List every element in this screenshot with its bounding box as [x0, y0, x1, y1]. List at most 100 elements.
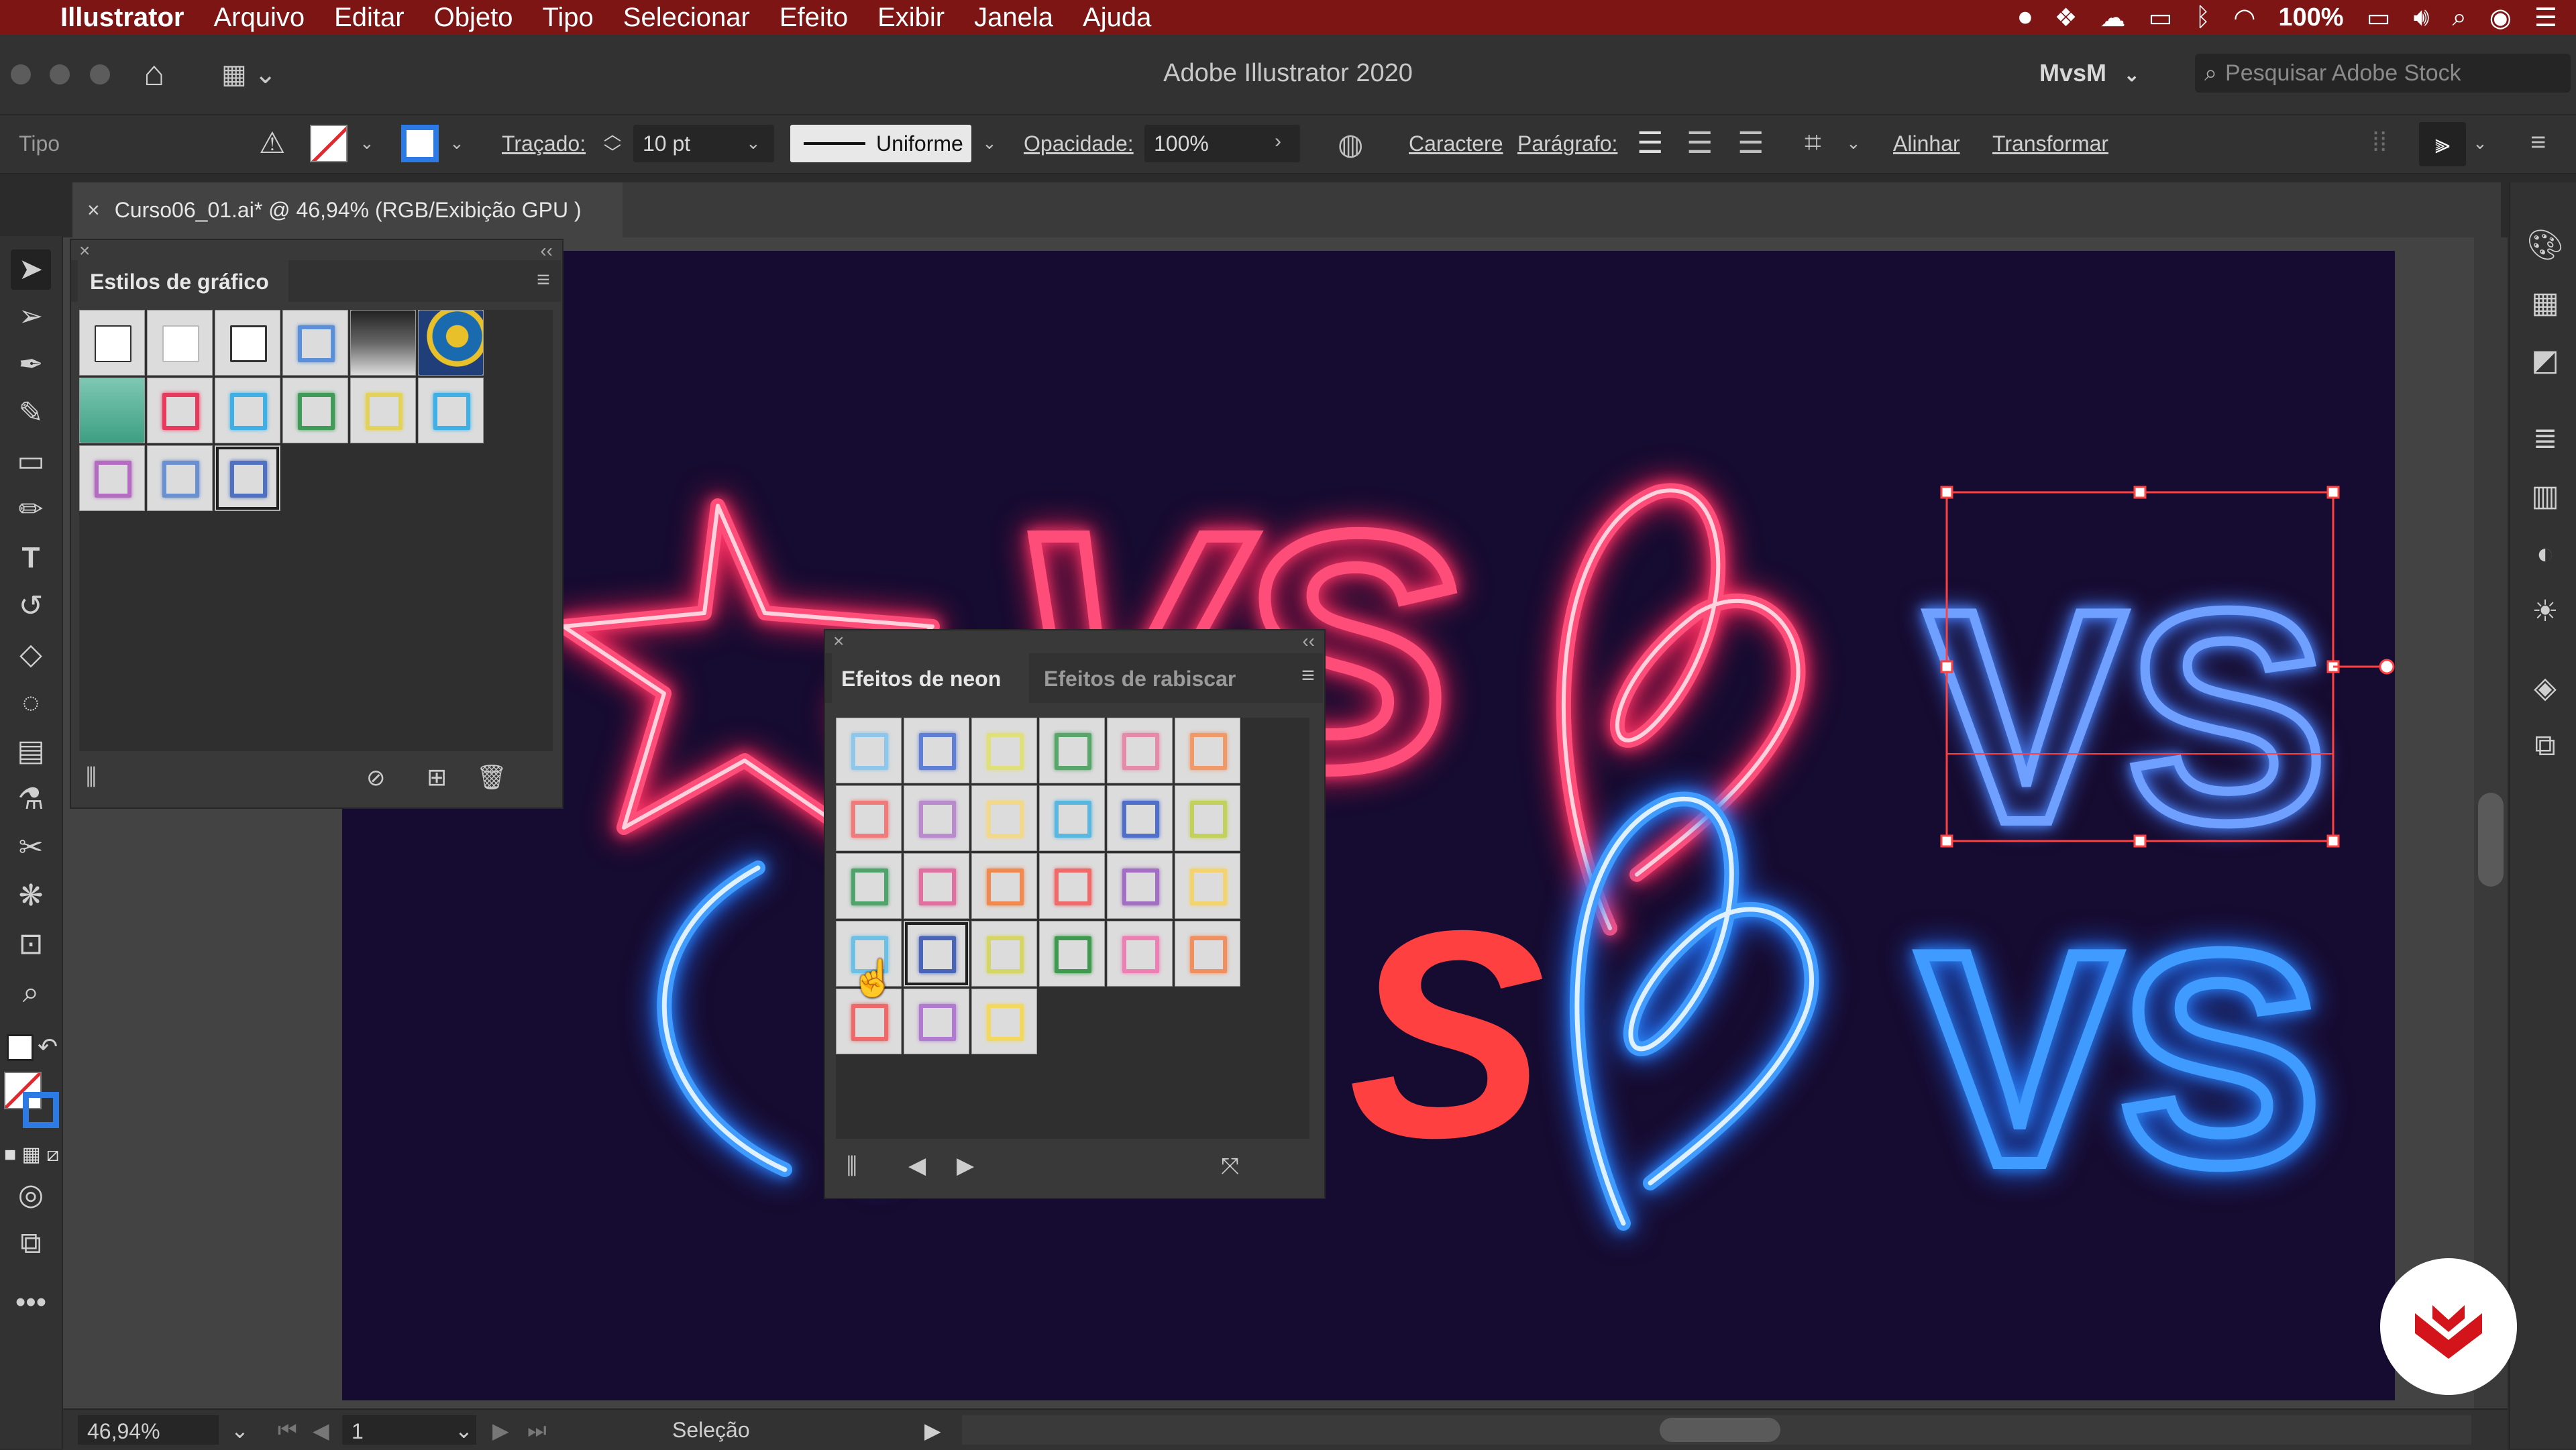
menu-exibir[interactable]: Exibir	[877, 3, 945, 33]
siri-icon[interactable]: ◉	[2489, 3, 2512, 33]
transparency-panel-icon[interactable]: ◐	[2525, 534, 2565, 574]
neon-effect-swatch[interactable]	[1039, 853, 1105, 919]
artboard-tool-icon[interactable]: ⊡	[11, 924, 51, 964]
rotate-tool-icon[interactable]: ↺	[11, 586, 51, 626]
neon-panel-close-icon[interactable]: ×	[833, 630, 844, 652]
volume-icon[interactable]: 🔊︎	[2414, 3, 2430, 32]
graphic-style-swatch[interactable]	[215, 310, 280, 376]
next-artboard-icon[interactable]: ▶	[492, 1418, 509, 1443]
neon-effect-swatch[interactable]	[1175, 785, 1240, 851]
graphic-style-swatch[interactable]	[350, 378, 416, 443]
variable-width-profile[interactable]: Uniforme	[790, 125, 971, 162]
warp-chevron[interactable]: ⌄	[1846, 133, 1861, 154]
neon-panel-collapse-icon[interactable]: ‹‹	[1302, 630, 1315, 652]
graphic-style-swatch[interactable]	[282, 310, 348, 376]
screen-mode-icon[interactable]: ⧉	[11, 1223, 51, 1264]
neon-effect-swatch[interactable]	[836, 785, 902, 851]
neon-effect-swatch[interactable]	[904, 853, 969, 919]
tab-neon-effects[interactable]: Efeitos de neon	[832, 653, 1029, 703]
notification-center-icon[interactable]: ☰	[2534, 3, 2557, 33]
dropbox-icon[interactable]: ❖	[2054, 3, 2077, 33]
panel-close-icon[interactable]: ×	[79, 240, 90, 262]
appearance-panel-icon[interactable]: ☀	[2525, 592, 2565, 632]
bluetooth-icon[interactable]: ᛒ	[2195, 3, 2210, 32]
menu-arquivo[interactable]: Arquivo	[213, 3, 305, 33]
graphic-style-swatch[interactable]	[215, 378, 280, 443]
neon-effect-swatch[interactable]	[1175, 718, 1240, 783]
vertical-scrollbar[interactable]	[2474, 237, 2508, 1422]
menu-app-name[interactable]: Illustrator	[60, 3, 184, 33]
neon-effect-swatch[interactable]	[904, 718, 969, 783]
edit-toolbar-icon[interactable]: •••	[11, 1282, 51, 1323]
neon-effect-swatch[interactable]	[836, 718, 902, 783]
direct-selection-tool-icon[interactable]: ➢	[11, 296, 51, 337]
graphic-styles-tab[interactable]: Estilos de gráfico	[78, 260, 288, 302]
align-center-icon[interactable]: ☰	[1686, 126, 1713, 160]
spotlight-search-icon[interactable]: ⌕	[2452, 3, 2466, 32]
gradient-tool-icon[interactable]: ▤	[11, 731, 51, 771]
neon-effect-swatch[interactable]	[971, 989, 1037, 1054]
pencil-tool-icon[interactable]: ✏	[11, 490, 51, 530]
zoom-tool-icon[interactable]: ⌕	[11, 972, 51, 1013]
stroke-swatch[interactable]	[401, 125, 439, 162]
graphic-style-swatch[interactable]	[147, 378, 213, 443]
transform-link[interactable]: Transformar	[1992, 131, 2108, 156]
artboard-chevron[interactable]: ⌄	[455, 1418, 473, 1443]
document-tab[interactable]: × Curso06_01.ai* @ 46,94% (RGB/Exibição …	[72, 182, 623, 237]
workspace-switcher[interactable]: MvsM ⌄	[2039, 59, 2140, 87]
delete-style-icon[interactable]: 🗑︎	[476, 763, 507, 791]
close-document-icon[interactable]: ×	[87, 198, 100, 223]
layers-panel-icon[interactable]: ◈	[2525, 668, 2565, 708]
warp-icon[interactable]: ⌗	[1805, 126, 1821, 160]
selection-tool-icon[interactable]: ➤	[11, 249, 51, 290]
default-colors-icon[interactable]	[7, 1034, 34, 1061]
character-link[interactable]: Caractere	[1409, 131, 1503, 156]
zoom-chevron[interactable]: ⌄	[231, 1418, 249, 1443]
graphic-style-swatch[interactable]	[215, 445, 280, 511]
previous-library-icon[interactable]: ◀	[908, 1152, 926, 1179]
stroke-panel-icon[interactable]: ≣	[2525, 419, 2565, 459]
resize-panel-icon[interactable]: ⤧	[1221, 1154, 1239, 1180]
last-artboard-icon[interactable]: ⏭	[527, 1418, 547, 1443]
properties-chevron[interactable]: ⌄	[2473, 133, 2487, 154]
styles-library-icon[interactable]: ⫼	[86, 765, 97, 791]
swatches-panel-icon[interactable]: ▦	[2525, 283, 2565, 323]
graphic-style-swatch[interactable]	[282, 378, 348, 443]
neon-effect-swatch[interactable]	[1039, 921, 1105, 987]
graphic-style-swatch[interactable]	[147, 310, 213, 376]
previous-artboard-icon[interactable]: ◀	[313, 1418, 329, 1443]
graphic-style-swatch[interactable]	[79, 310, 145, 376]
menu-tipo[interactable]: Tipo	[542, 3, 593, 33]
neon-effect-swatch[interactable]	[971, 921, 1037, 987]
menu-objeto[interactable]: Objeto	[434, 3, 513, 33]
paragraph-link[interactable]: Parágrafo:	[1517, 131, 1617, 156]
canvas-area[interactable]: VS VS S VS	[63, 237, 2508, 1422]
align-link[interactable]: Alinhar	[1893, 131, 1960, 156]
graphic-style-swatch[interactable]	[147, 445, 213, 511]
first-artboard-icon[interactable]: ⏮	[278, 1418, 297, 1443]
properties-toggle-icon[interactable]: ⫸	[2419, 122, 2466, 166]
panel-collapse-icon[interactable]: ‹‹	[540, 240, 553, 262]
align-right-icon[interactable]: ☰	[1737, 126, 1764, 160]
curvature-tool-icon[interactable]: ✎	[11, 393, 51, 433]
menu-janela[interactable]: Janela	[974, 3, 1053, 33]
adobe-stock-search[interactable]: ⌕ Pesquisar Adobe Stock	[2195, 54, 2571, 93]
graphic-styles-menu-icon[interactable]: ≡	[537, 267, 550, 293]
eraser-tool-icon[interactable]: ◇	[11, 634, 51, 675]
neon-effect-swatch[interactable]	[971, 853, 1037, 919]
graphic-style-swatch[interactable]	[350, 310, 416, 376]
neon-library-icon[interactable]: ⫼	[847, 1154, 857, 1180]
neon-effect-swatch[interactable]	[1175, 921, 1240, 987]
graphic-style-swatch[interactable]	[79, 378, 145, 443]
stroke-weight-chevron[interactable]: ⌄	[746, 133, 761, 154]
horizontal-scroll-thumb[interactable]	[1660, 1418, 1780, 1442]
neon-effect-swatch[interactable]	[1107, 853, 1173, 919]
neon-effect-swatch[interactable]	[1107, 921, 1173, 987]
status-menu-arrow[interactable]: ▶	[924, 1418, 941, 1443]
neon-panel-menu-icon[interactable]: ≡	[1301, 663, 1315, 689]
artboards-panel-icon[interactable]: ⧉	[2525, 726, 2565, 766]
menu-efeito[interactable]: Efeito	[780, 3, 848, 33]
control-panel-menu-icon[interactable]: ≡	[2530, 127, 2546, 158]
color-mode-icons[interactable]: ■ ▦ ⧄	[4, 1143, 59, 1166]
menu-editar[interactable]: Editar	[334, 3, 405, 33]
